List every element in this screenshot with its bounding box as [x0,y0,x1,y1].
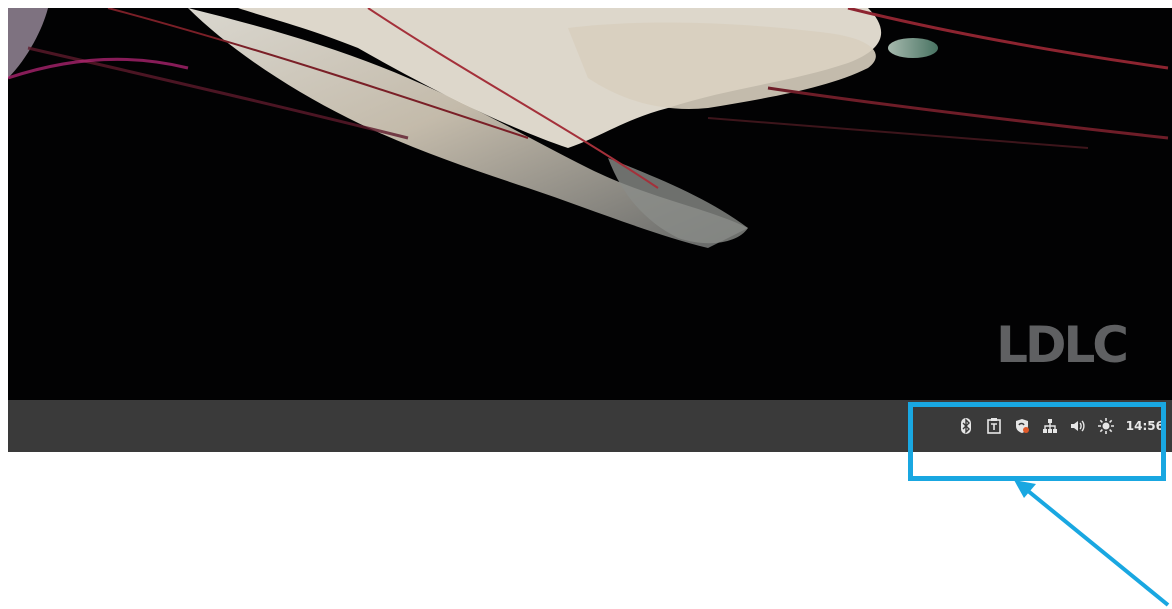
ldlc-logo: LDLC [996,316,1129,374]
screenshot-stage: LDLC 14:56 [0,0,1172,609]
annotation-arrow [1014,480,1170,607]
